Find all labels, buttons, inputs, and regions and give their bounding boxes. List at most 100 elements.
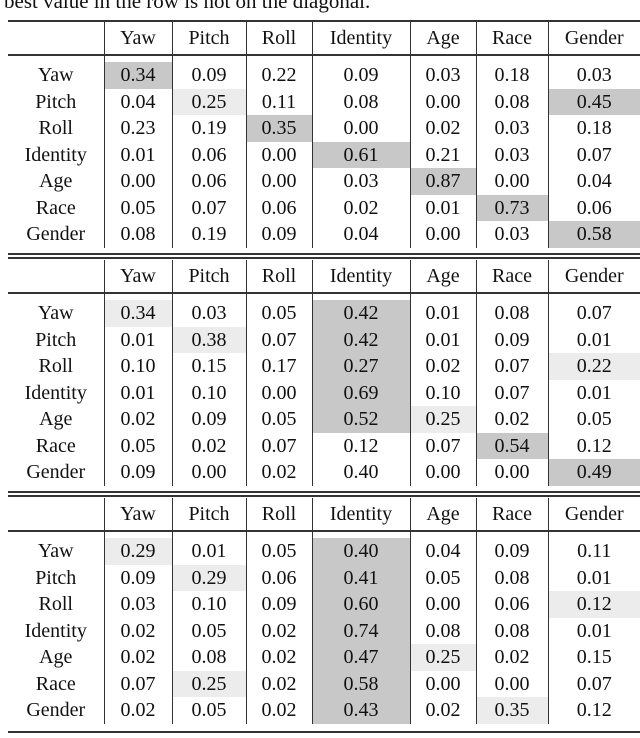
table-cell: 0.40 (311, 459, 410, 486)
table-cell: 0.03 (311, 168, 410, 195)
table-cell: 0.05 (171, 617, 246, 644)
table-cell: 0.00 (475, 168, 548, 195)
table-cell: 0.09 (103, 564, 172, 591)
table-cell: 0.42 (311, 326, 410, 353)
table-cell: 0.01 (547, 617, 640, 644)
table-cell: 0.11 (547, 538, 640, 565)
table-cell: 0.61 (311, 141, 410, 168)
table-cell: 0.08 (475, 564, 548, 591)
header-row: Yaw Pitch Roll Identity Age Race Gender (8, 22, 640, 56)
double-rule-1 (8, 253, 640, 259)
row-label: Pitch (35, 90, 77, 113)
table-cell: 0.02 (103, 406, 172, 433)
table-cell: 0.05 (171, 697, 246, 724)
table-caption: best value in the row is not on the diag… (4, 0, 371, 13)
table-cell: 0.01 (103, 379, 172, 406)
row-label: Identity (24, 143, 87, 166)
row-label: Gender (26, 223, 86, 245)
table-cell: 0.34 (103, 62, 172, 89)
row-label: Identity (24, 619, 87, 642)
table-cell: 0.34 (103, 300, 172, 327)
table-cell: 0.02 (171, 432, 246, 459)
table-cell: 0.00 (245, 379, 312, 406)
table-cell: 0.04 (311, 221, 410, 248)
table-cell: 0.00 (409, 591, 476, 618)
table-cell: 0.29 (103, 538, 172, 565)
table-cell: 0.02 (245, 617, 312, 644)
table-cell: 0.74 (311, 617, 410, 644)
table-cell: 0.01 (409, 194, 476, 221)
table-row: Yaw 0.34 0.09 0.22 0.09 0.03 0.18 0.03 (8, 62, 640, 89)
table-cell: 0.18 (475, 62, 548, 89)
column-header: Gender (547, 260, 640, 294)
table-cell: 0.35 (245, 115, 312, 142)
table-cell: 0.05 (103, 194, 172, 221)
table-cell: 0.02 (103, 644, 172, 671)
table-cell: 0.12 (547, 432, 640, 459)
table-cell: 0.01 (103, 141, 172, 168)
column-header: Yaw (103, 498, 172, 532)
table-cell: 0.41 (311, 564, 410, 591)
column-header: Identity (311, 498, 410, 532)
column-header (8, 22, 104, 56)
column-header: Identity (311, 22, 410, 56)
bottom-rule (8, 731, 640, 733)
table-cell: 0.03 (475, 141, 548, 168)
table-cell: 0.73 (475, 194, 548, 221)
row-label: Race (35, 434, 76, 457)
table-row: Pitch 0.09 0.29 0.06 0.41 0.05 0.08 0.01 (8, 564, 640, 591)
table-cell: 0.02 (245, 697, 312, 724)
row-label: Roll (38, 593, 73, 615)
table-cell: 0.25 (171, 670, 246, 697)
table-cell: 0.60 (311, 591, 410, 618)
table-row: Pitch 0.01 0.38 0.07 0.42 0.01 0.09 0.01 (8, 326, 640, 353)
table-row: Race 0.07 0.25 0.02 0.58 0.00 0.00 0.07 (8, 670, 640, 697)
header-row: Yaw Pitch Roll Identity Age Race Gender (8, 260, 640, 294)
table-row: Race 0.05 0.07 0.06 0.02 0.01 0.73 0.06 (8, 194, 640, 221)
row-label: Gender (26, 461, 86, 483)
column-header (8, 260, 104, 294)
table-cell: 0.03 (475, 221, 548, 248)
table-cell: 0.58 (311, 670, 410, 697)
column-header: Race (475, 260, 548, 294)
table-cell: 0.06 (171, 168, 246, 195)
row-label: Yaw (37, 64, 74, 86)
column-header: Roll (245, 22, 312, 56)
table-cell: 0.07 (245, 326, 312, 353)
table-cell: 0.07 (171, 194, 246, 221)
table-cell: 0.10 (171, 591, 246, 618)
row-label: Yaw (37, 302, 74, 324)
table-cell: 0.00 (103, 168, 172, 195)
table-row: Age 0.00 0.06 0.00 0.03 0.87 0.00 0.04 (8, 168, 640, 195)
column-header: Race (475, 498, 548, 532)
table-cell: 0.22 (547, 353, 640, 380)
table-cell: 0.09 (171, 406, 246, 433)
table-cell: 0.15 (171, 353, 246, 380)
table-cell: 0.05 (245, 406, 312, 433)
table-cell: 0.01 (547, 326, 640, 353)
table-row: Age 0.02 0.08 0.02 0.47 0.25 0.02 0.15 (8, 644, 640, 671)
table-cell: 0.02 (245, 670, 312, 697)
table-cell: 0.00 (311, 115, 410, 142)
table-row: Yaw 0.29 0.01 0.05 0.40 0.04 0.09 0.11 (8, 538, 640, 565)
table-cell: 0.08 (475, 300, 548, 327)
table-cell: 0.07 (409, 432, 476, 459)
table-cell: 0.09 (245, 221, 312, 248)
table-cell: 0.02 (245, 644, 312, 671)
row-label: Race (35, 196, 76, 219)
table-cell: 0.40 (311, 538, 410, 565)
table-cell: 0.07 (547, 300, 640, 327)
column-header: Pitch (171, 260, 246, 294)
table-cell: 0.04 (103, 88, 172, 115)
table-cell: 0.06 (171, 141, 246, 168)
table-cell: 0.05 (245, 300, 312, 327)
row-label: Roll (38, 117, 73, 139)
table-cell: 0.22 (245, 62, 312, 89)
table-row: Roll 0.03 0.10 0.09 0.60 0.00 0.06 0.12 (8, 591, 640, 618)
table-cell: 0.15 (547, 644, 640, 671)
table-cell: 0.38 (171, 326, 246, 353)
table-cell: 0.29 (171, 564, 246, 591)
table-cell: 0.00 (409, 459, 476, 486)
table-cell: 0.09 (103, 459, 172, 486)
column-header: Gender (547, 498, 640, 532)
